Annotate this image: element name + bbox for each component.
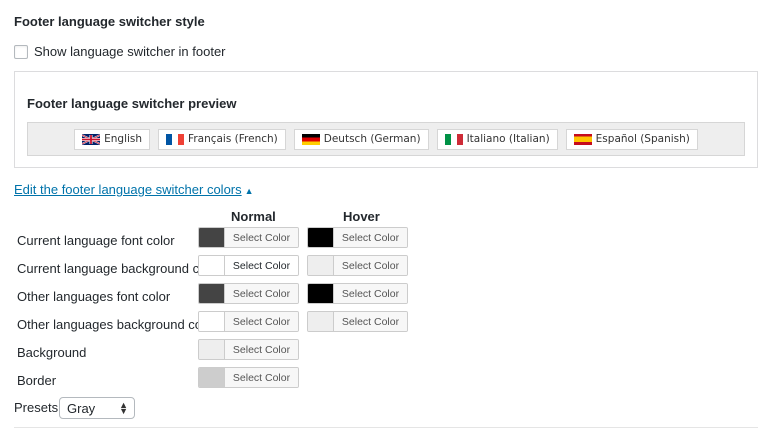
row-label-other-background: Other languages background color: [17, 317, 217, 332]
language-label: Deutsch (German): [323, 133, 421, 145]
select-color-label: Select Color: [225, 312, 298, 331]
row-label-current-font: Current language font color: [17, 233, 175, 248]
color-swatch: [308, 284, 334, 303]
section-title: Footer language switcher style: [14, 14, 205, 29]
presets-label: Presets:: [14, 400, 62, 415]
select-color-label: Select Color: [225, 284, 298, 303]
current-background-hover-color-button[interactable]: Select Color: [307, 255, 408, 276]
background-normal-color-button[interactable]: Select Color: [198, 339, 299, 360]
germany-flag-icon: [301, 133, 320, 145]
bottom-divider: [14, 427, 758, 428]
language-label: Italiano (Italian): [466, 133, 550, 145]
presets-selected-value: Gray: [67, 400, 96, 416]
select-arrows-icon: ▲ ▼: [119, 400, 128, 416]
current-font-normal-color-button[interactable]: Select Color: [198, 227, 299, 248]
edit-colors-link[interactable]: Edit the footer language switcher colors…: [14, 182, 254, 197]
language-label: Français (French): [188, 133, 278, 145]
color-swatch: [199, 368, 225, 387]
row-label-border: Border: [17, 373, 57, 388]
color-swatch: [199, 228, 225, 247]
caret-up-icon: ▲: [244, 186, 254, 196]
color-swatch: [199, 312, 225, 331]
france-flag-icon: [166, 133, 185, 145]
spain-flag-icon: [573, 133, 592, 145]
language-item-italian[interactable]: Italiano (Italian): [436, 128, 558, 150]
language-item-english[interactable]: English: [74, 128, 151, 150]
hover-column-header: Hover: [343, 209, 380, 224]
color-swatch: [308, 228, 334, 247]
color-swatch: [308, 312, 334, 331]
preview-panel: Footer language switcher preview English…: [14, 71, 758, 168]
preview-title: Footer language switcher preview: [27, 96, 237, 111]
select-color-label: Select Color: [334, 312, 407, 331]
select-color-label: Select Color: [334, 228, 407, 247]
italy-flag-icon: [444, 133, 463, 145]
select-color-label: Select Color: [334, 284, 407, 303]
other-background-normal-color-button[interactable]: Select Color: [198, 311, 299, 332]
edit-colors-link-label[interactable]: Edit the footer language switcher colors: [14, 182, 242, 197]
language-label: English: [104, 133, 143, 145]
select-color-label: Select Color: [225, 368, 298, 387]
normal-column-header: Normal: [231, 209, 276, 224]
show-footer-switcher-checkbox[interactable]: [14, 44, 28, 59]
select-color-label: Select Color: [225, 228, 298, 247]
language-label: Español (Spanish): [595, 133, 690, 145]
show-footer-switcher-label[interactable]: Show language switcher in footer: [34, 44, 226, 59]
row-label-background: Background: [17, 345, 87, 360]
color-swatch: [199, 256, 225, 275]
language-item-spanish[interactable]: Español (Spanish): [565, 128, 698, 150]
uk-flag-icon: [82, 133, 101, 145]
show-footer-switcher-row[interactable]: Show language switcher in footer: [14, 44, 226, 59]
language-item-french[interactable]: Français (French): [158, 128, 286, 150]
border-normal-color-button[interactable]: Select Color: [198, 367, 299, 388]
other-font-normal-color-button[interactable]: Select Color: [198, 283, 299, 304]
other-font-hover-color-button[interactable]: Select Color: [307, 283, 408, 304]
select-color-label: Select Color: [334, 256, 407, 275]
select-color-label: Select Color: [225, 256, 298, 275]
preview-language-bar: English Français (French) Deutsch (Germa…: [27, 122, 745, 156]
current-font-hover-color-button[interactable]: Select Color: [307, 227, 408, 248]
other-background-hover-color-button[interactable]: Select Color: [307, 311, 408, 332]
current-background-normal-color-button[interactable]: Select Color: [198, 255, 299, 276]
color-swatch: [199, 284, 225, 303]
select-color-label: Select Color: [225, 340, 298, 359]
color-swatch: [199, 340, 225, 359]
row-label-other-font: Other languages font color: [17, 289, 171, 304]
presets-select[interactable]: Gray ▲ ▼: [59, 397, 135, 419]
row-label-current-background: Current language background color: [17, 261, 221, 276]
color-swatch: [308, 256, 334, 275]
language-item-german[interactable]: Deutsch (German): [293, 128, 429, 150]
